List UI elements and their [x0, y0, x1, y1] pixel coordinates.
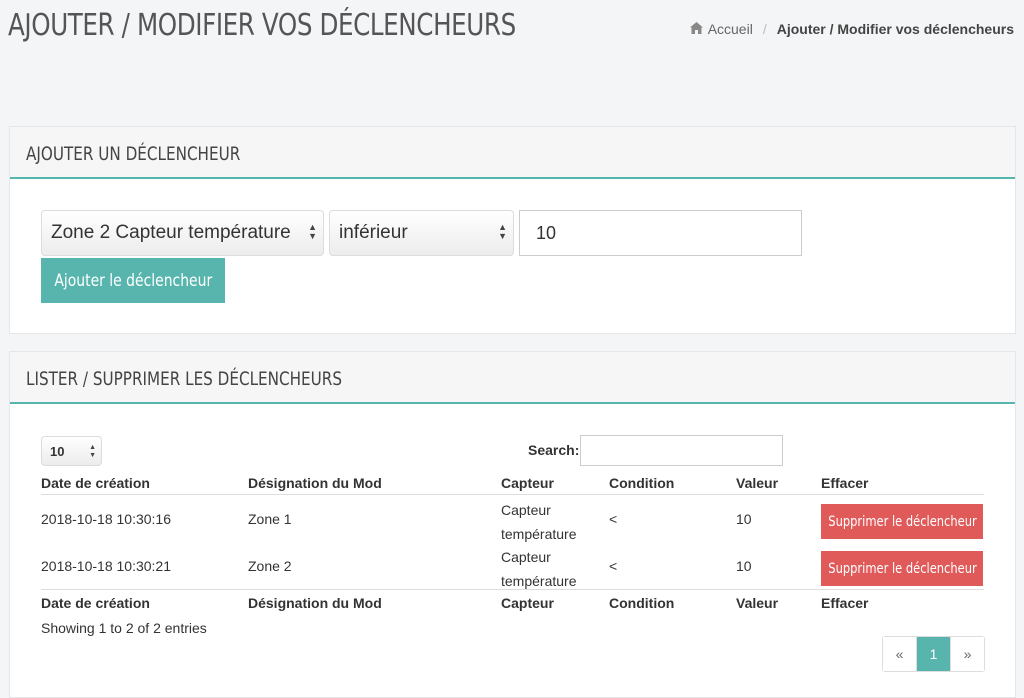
search-label: Search: [528, 442, 580, 458]
cell-date: 2018-10-18 10:30:21 [41, 558, 171, 574]
cell-sensor-line2: température [501, 573, 577, 589]
list-triggers-panel-heading: LISTER / SUPPRIMER LES DÉCLENCHEURS [10, 352, 1015, 404]
column-header-sensor[interactable]: Capteur [501, 475, 554, 491]
breadcrumb: Accueil / Ajouter / Modifier vos déclenc… [689, 21, 1014, 37]
pagination-next-button[interactable]: » [950, 637, 984, 671]
page-length-value: 10 [50, 443, 65, 459]
search-input[interactable] [580, 435, 783, 466]
sensor-select[interactable]: Zone 2 Capteur température ▲ ▼ [41, 210, 324, 256]
breadcrumb-current: Ajouter / Modifier vos déclencheurs [776, 21, 1014, 37]
column-footer-sensor: Capteur [501, 595, 554, 611]
table-row: 2018-10-18 10:30:16 Zone 1 Capteur tempé… [41, 495, 984, 542]
column-footer-module: Désignation du Mod [248, 595, 382, 611]
pagination-prev-button[interactable]: « [883, 637, 916, 671]
home-icon [689, 21, 703, 37]
column-header-value[interactable]: Valeur [736, 475, 778, 491]
column-header-module[interactable]: Désignation du Mod [248, 475, 382, 491]
list-triggers-panel-title: LISTER / SUPPRIMER LES DÉCLENCHEURS [26, 368, 342, 390]
pagination-page-1[interactable]: 1 [916, 637, 950, 671]
delete-trigger-button-label: Supprimer le déclencheur [827, 513, 977, 530]
cell-sensor-line2: température [501, 526, 577, 542]
cell-sensor-line1: Capteur [501, 502, 551, 518]
cell-condition: < [609, 558, 618, 574]
delete-trigger-button[interactable]: Supprimer le déclencheur [821, 551, 983, 586]
page-title: AJOUTER / MODIFIER VOS DÉCLENCHEURS [8, 8, 516, 43]
cell-value: 10 [736, 558, 752, 574]
select-arrows-icon: ▲ ▼ [89, 444, 96, 459]
cell-module: Zone 2 [248, 558, 292, 574]
table-info: Showing 1 to 2 of 2 entries [41, 620, 207, 636]
column-footer-value: Valeur [736, 595, 779, 611]
trigger-value-input[interactable] [519, 210, 802, 256]
list-triggers-panel: LISTER / SUPPRIMER LES DÉCLENCHEURS 10 ▲… [9, 351, 1016, 698]
breadcrumb-home-link[interactable]: Accueil [708, 21, 753, 37]
table-header-row: Date de création Désignation du Mod Capt… [41, 472, 984, 495]
page-length-select[interactable]: 10 ▲ ▼ [41, 436, 102, 466]
select-arrows-icon: ▲ ▼ [308, 222, 317, 241]
add-trigger-panel: AJOUTER UN DÉCLENCHEUR Zone 2 Capteur te… [9, 126, 1016, 334]
column-footer-delete: Effacer [821, 595, 869, 611]
breadcrumb-separator: / [762, 21, 767, 37]
cell-sensor: Capteur température [501, 545, 601, 593]
delete-trigger-button[interactable]: Supprimer le déclencheur [821, 504, 983, 539]
condition-select-value: inférieur [339, 222, 408, 243]
table-footer-row: Date de création Désignation du Mod Capt… [41, 589, 984, 611]
cell-condition: < [609, 511, 618, 527]
select-arrows-icon: ▲ ▼ [498, 222, 507, 241]
column-header-condition[interactable]: Condition [609, 475, 674, 491]
add-trigger-button[interactable]: Ajouter le déclencheur [41, 258, 225, 303]
delete-trigger-button-label: Supprimer le déclencheur [827, 560, 977, 577]
column-footer-condition: Condition [609, 595, 675, 611]
condition-select[interactable]: inférieur ▲ ▼ [329, 210, 514, 256]
cell-module: Zone 1 [248, 511, 292, 527]
sensor-select-value: Zone 2 Capteur température [51, 222, 291, 243]
add-trigger-panel-title: AJOUTER UN DÉCLENCHEUR [26, 143, 241, 165]
add-trigger-panel-heading: AJOUTER UN DÉCLENCHEUR [10, 127, 1015, 179]
cell-sensor: Capteur température [501, 498, 601, 546]
column-header-delete[interactable]: Effacer [821, 475, 868, 491]
add-trigger-button-label: Ajouter le déclencheur [54, 270, 212, 291]
cell-value: 10 [736, 511, 752, 527]
cell-sensor-line1: Capteur [501, 549, 551, 565]
cell-date: 2018-10-18 10:30:16 [41, 511, 171, 527]
table-row: 2018-10-18 10:30:21 Zone 2 Capteur tempé… [41, 542, 984, 589]
triggers-table: Date de création Désignation du Mod Capt… [41, 472, 984, 611]
column-header-date[interactable]: Date de création [41, 475, 150, 491]
pagination: « 1 » [882, 636, 985, 672]
column-footer-date: Date de création [41, 595, 150, 611]
